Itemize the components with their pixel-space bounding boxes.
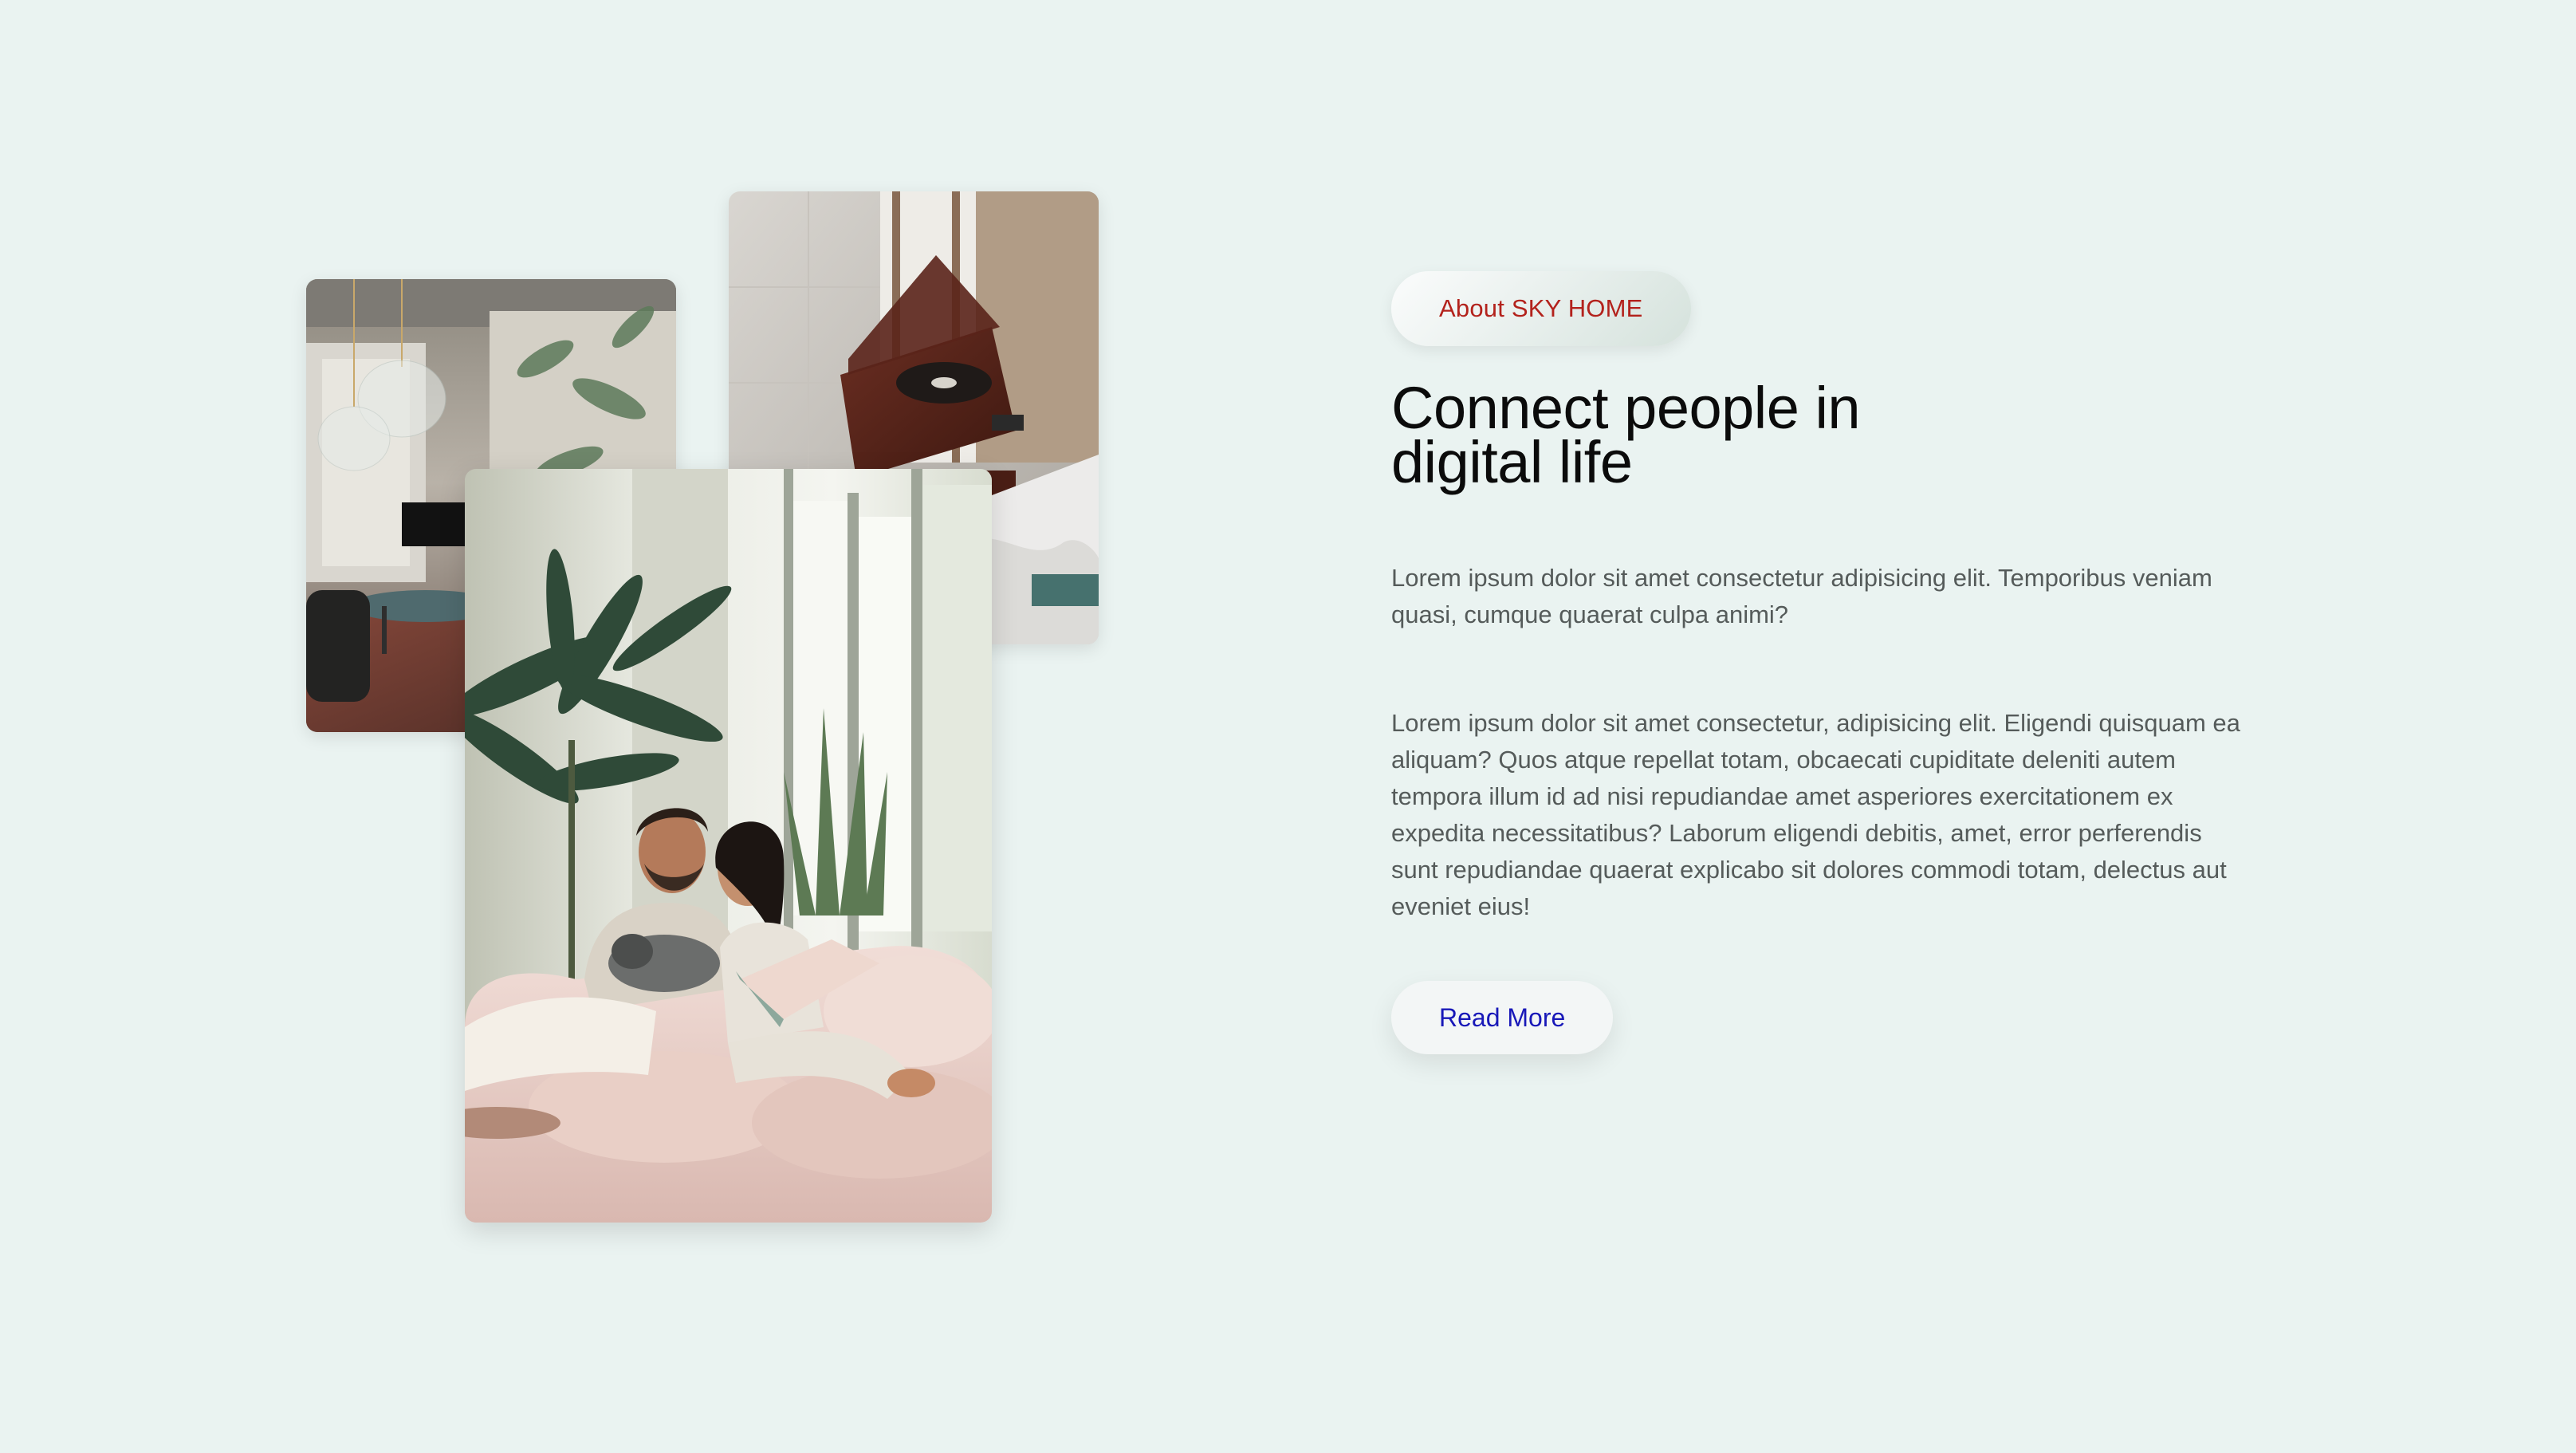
couple-photo-image (465, 469, 992, 1223)
body-paragraph: Lorem ipsum dolor sit amet consectetur, … (1391, 709, 2240, 920)
read-more-button[interactable]: Read More (1391, 981, 1614, 1054)
couple-photo (465, 469, 992, 1223)
intro-paragraph: Lorem ipsum dolor sit amet consectetur a… (1391, 564, 2212, 628)
image-collage (0, 0, 1196, 1453)
about-section: About SKY HOME Connect people in digital… (1391, 271, 2252, 1054)
about-label-badge: About SKY HOME (1391, 271, 1691, 346)
page-title: Connect people in digital life (1391, 375, 1861, 495)
